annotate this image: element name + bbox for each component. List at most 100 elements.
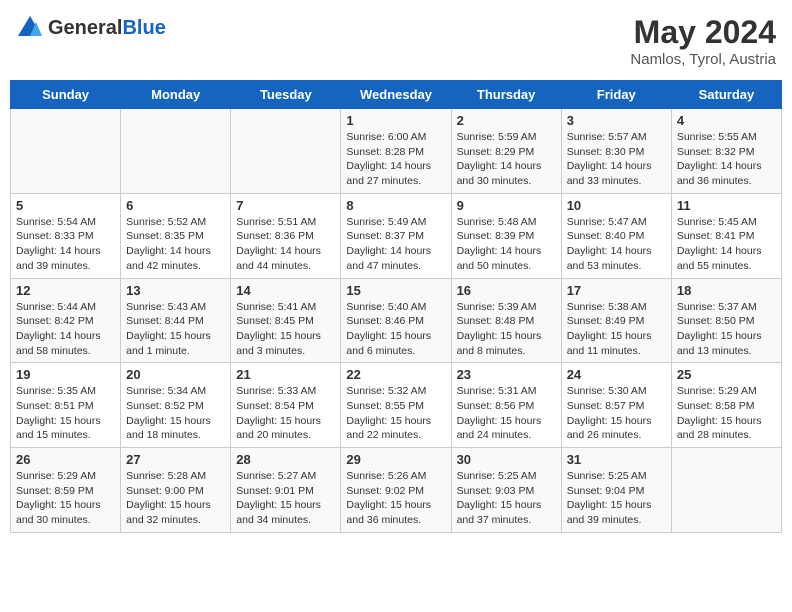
day-info: Sunrise: 5:32 AM Sunset: 8:55 PM Dayligh… [346, 384, 445, 443]
day-cell-21: 21 Sunrise: 5:33 AM Sunset: 8:54 PM Dayli… [231, 363, 341, 448]
day-info: Sunrise: 5:31 AM Sunset: 8:56 PM Dayligh… [457, 384, 556, 443]
day-number: 19 [16, 367, 115, 382]
day-cell-18: 18 Sunrise: 5:37 AM Sunset: 8:50 PM Dayli… [671, 278, 781, 363]
week-row-1: 1 Sunrise: 6:00 AM Sunset: 8:28 PM Daylig… [11, 109, 782, 194]
day-number: 28 [236, 452, 335, 467]
day-info: Sunrise: 5:37 AM Sunset: 8:50 PM Dayligh… [677, 300, 776, 359]
day-cell-31: 31 Sunrise: 5:25 AM Sunset: 9:04 PM Dayli… [561, 448, 671, 533]
day-cell-1: 1 Sunrise: 6:00 AM Sunset: 8:28 PM Daylig… [341, 109, 451, 194]
day-number: 5 [16, 198, 115, 213]
day-info: Sunrise: 5:49 AM Sunset: 8:37 PM Dayligh… [346, 215, 445, 274]
week-row-3: 12Sunrise: 5:44 AM Sunset: 8:42 PM Dayli… [11, 278, 782, 363]
day-number: 10 [567, 198, 666, 213]
day-info: Sunrise: 5:38 AM Sunset: 8:49 PM Dayligh… [567, 300, 666, 359]
day-number: 12 [16, 283, 115, 298]
day-cell-15: 15 Sunrise: 5:40 AM Sunset: 8:46 PM Dayli… [341, 278, 451, 363]
day-number: 25 [677, 367, 776, 382]
title-block: May 2024 Namlos, Tyrol, Austria [630, 14, 776, 68]
day-cell-19: 19 Sunrise: 5:35 AM Sunset: 8:51 PM Dayli… [11, 363, 121, 448]
day-cell-23: 23Sunrise: 5:31 AM Sunset: 8:56 PM Dayli… [451, 363, 561, 448]
calendar-title: May 2024 [630, 14, 776, 51]
day-info: Sunrise: 5:25 AM Sunset: 9:04 PM Dayligh… [567, 469, 666, 528]
day-info: Sunrise: 5:51 AM Sunset: 8:36 PM Dayligh… [236, 215, 335, 274]
day-number: 2 [457, 113, 556, 128]
day-info: Sunrise: 5:48 AM Sunset: 8:39 PM Dayligh… [457, 215, 556, 274]
day-info: Sunrise: 5:57 AM Sunset: 8:30 PM Dayligh… [567, 130, 666, 189]
day-cell-14: 14 Sunrise: 5:41 AM Sunset: 8:45 PM Dayli… [231, 278, 341, 363]
day-cell-13: 13 Sunrise: 5:43 AM Sunset: 8:44 PM Dayli… [121, 278, 231, 363]
day-cell-16: 16 Sunrise: 5:39 AM Sunset: 8:48 PM Dayli… [451, 278, 561, 363]
day-cell-26: 26Sunrise: 5:29 AM Sunset: 8:59 PM Dayli… [11, 448, 121, 533]
day-number: 31 [567, 452, 666, 467]
weekday-header-row: SundayMondayTuesdayWednesdayThursdayFrid… [11, 81, 782, 109]
weekday-header-friday: Friday [561, 81, 671, 109]
day-number: 1 [346, 113, 445, 128]
day-info: Sunrise: 6:00 AM Sunset: 8:28 PM Dayligh… [346, 130, 445, 189]
day-number: 17 [567, 283, 666, 298]
day-number: 8 [346, 198, 445, 213]
page-header: GeneralBlue May 2024 Namlos, Tyrol, Aust… [10, 10, 782, 72]
day-number: 11 [677, 198, 776, 213]
empty-cell [121, 109, 231, 194]
weekday-header-wednesday: Wednesday [341, 81, 451, 109]
day-info: Sunrise: 5:30 AM Sunset: 8:57 PM Dayligh… [567, 384, 666, 443]
day-number: 22 [346, 367, 445, 382]
day-number: 24 [567, 367, 666, 382]
day-cell-25: 25 Sunrise: 5:29 AM Sunset: 8:58 PM Dayli… [671, 363, 781, 448]
day-number: 3 [567, 113, 666, 128]
logo-icon [16, 14, 44, 42]
day-cell-11: 11 Sunrise: 5:45 AM Sunset: 8:41 PM Dayli… [671, 193, 781, 278]
day-number: 21 [236, 367, 335, 382]
logo: GeneralBlue [16, 14, 166, 42]
day-cell-28: 28Sunrise: 5:27 AM Sunset: 9:01 PM Dayli… [231, 448, 341, 533]
day-number: 18 [677, 283, 776, 298]
calendar-subtitle: Namlos, Tyrol, Austria [630, 51, 776, 68]
day-number: 27 [126, 452, 225, 467]
day-info: Sunrise: 5:41 AM Sunset: 8:45 PM Dayligh… [236, 300, 335, 359]
empty-cell [231, 109, 341, 194]
day-number: 20 [126, 367, 225, 382]
day-number: 15 [346, 283, 445, 298]
day-info: Sunrise: 5:33 AM Sunset: 8:54 PM Dayligh… [236, 384, 335, 443]
weekday-header-tuesday: Tuesday [231, 81, 341, 109]
day-info: Sunrise: 5:45 AM Sunset: 8:41 PM Dayligh… [677, 215, 776, 274]
day-cell-22: 22 Sunrise: 5:32 AM Sunset: 8:55 PM Dayli… [341, 363, 451, 448]
day-cell-2: 2Sunrise: 5:59 AM Sunset: 8:29 PM Daylig… [451, 109, 561, 194]
day-info: Sunrise: 5:43 AM Sunset: 8:44 PM Dayligh… [126, 300, 225, 359]
day-cell-17: 17 Sunrise: 5:38 AM Sunset: 8:49 PM Dayli… [561, 278, 671, 363]
weekday-header-monday: Monday [121, 81, 231, 109]
day-info: Sunrise: 5:52 AM Sunset: 8:35 PM Dayligh… [126, 215, 225, 274]
day-cell-4: 4Sunrise: 5:55 AM Sunset: 8:32 PM Daylig… [671, 109, 781, 194]
day-number: 30 [457, 452, 556, 467]
day-number: 7 [236, 198, 335, 213]
day-info: Sunrise: 5:35 AM Sunset: 8:51 PM Dayligh… [16, 384, 115, 443]
day-info: Sunrise: 5:29 AM Sunset: 8:58 PM Dayligh… [677, 384, 776, 443]
day-cell-12: 12Sunrise: 5:44 AM Sunset: 8:42 PM Dayli… [11, 278, 121, 363]
day-cell-29: 29Sunrise: 5:26 AM Sunset: 9:02 PM Dayli… [341, 448, 451, 533]
day-number: 14 [236, 283, 335, 298]
day-cell-7: 7 Sunrise: 5:51 AM Sunset: 8:36 PM Daylig… [231, 193, 341, 278]
day-cell-5: 5 Sunrise: 5:54 AM Sunset: 8:33 PM Daylig… [11, 193, 121, 278]
day-info: Sunrise: 5:28 AM Sunset: 9:00 PM Dayligh… [126, 469, 225, 528]
day-cell-10: 10 Sunrise: 5:47 AM Sunset: 8:40 PM Dayli… [561, 193, 671, 278]
day-info: Sunrise: 5:40 AM Sunset: 8:46 PM Dayligh… [346, 300, 445, 359]
weekday-header-saturday: Saturday [671, 81, 781, 109]
logo-blue: Blue [122, 17, 165, 39]
day-number: 13 [126, 283, 225, 298]
weekday-header-thursday: Thursday [451, 81, 561, 109]
day-info: Sunrise: 5:47 AM Sunset: 8:40 PM Dayligh… [567, 215, 666, 274]
day-cell-20: 20Sunrise: 5:34 AM Sunset: 8:52 PM Dayli… [121, 363, 231, 448]
day-number: 16 [457, 283, 556, 298]
day-info: Sunrise: 5:25 AM Sunset: 9:03 PM Dayligh… [457, 469, 556, 528]
day-cell-9: 9Sunrise: 5:48 AM Sunset: 8:39 PM Daylig… [451, 193, 561, 278]
day-cell-24: 24 Sunrise: 5:30 AM Sunset: 8:57 PM Dayli… [561, 363, 671, 448]
day-cell-30: 30 Sunrise: 5:25 AM Sunset: 9:03 PM Dayli… [451, 448, 561, 533]
day-number: 26 [16, 452, 115, 467]
day-cell-27: 27 Sunrise: 5:28 AM Sunset: 9:00 PM Dayli… [121, 448, 231, 533]
week-row-2: 5 Sunrise: 5:54 AM Sunset: 8:33 PM Daylig… [11, 193, 782, 278]
day-info: Sunrise: 5:39 AM Sunset: 8:48 PM Dayligh… [457, 300, 556, 359]
day-cell-3: 3 Sunrise: 5:57 AM Sunset: 8:30 PM Daylig… [561, 109, 671, 194]
day-info: Sunrise: 5:26 AM Sunset: 9:02 PM Dayligh… [346, 469, 445, 528]
day-number: 4 [677, 113, 776, 128]
day-info: Sunrise: 5:54 AM Sunset: 8:33 PM Dayligh… [16, 215, 115, 274]
